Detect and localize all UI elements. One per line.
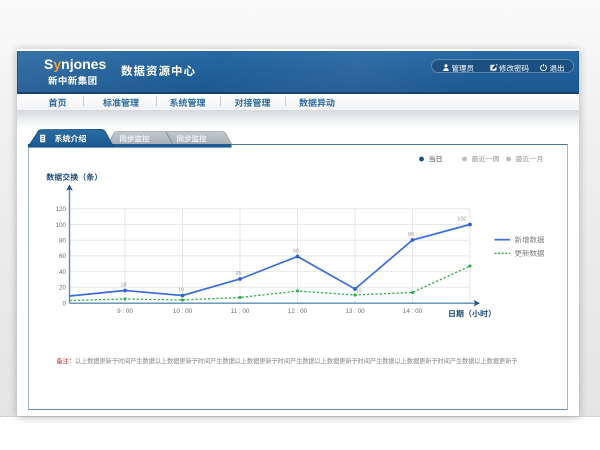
svg-text:新增数据: 新增数据 [514, 235, 544, 244]
svg-text:10 : 00: 10 : 00 [172, 308, 192, 315]
svg-text:40: 40 [58, 269, 66, 276]
svg-text:80: 80 [407, 232, 413, 238]
svg-text:100: 100 [457, 217, 466, 223]
svg-text:系统介绍: 系统介绍 [55, 135, 87, 144]
svg-text:同步监控: 同步监控 [177, 135, 207, 144]
svg-text:数据交换（条）: 数据交换（条） [46, 173, 102, 182]
svg-text:35: 35 [235, 271, 241, 277]
svg-text:11 : 00: 11 : 00 [230, 308, 249, 315]
svg-text:60: 60 [58, 253, 66, 260]
svg-text:60: 60 [292, 249, 298, 255]
svg-text:15: 15 [355, 289, 361, 295]
svg-text:14 : 00: 14 : 00 [402, 308, 422, 315]
svg-text:更新数据: 更新数据 [514, 249, 544, 258]
svg-text:12 : 00: 12 : 00 [287, 308, 307, 315]
svg-text:当日: 当日 [428, 156, 442, 164]
svg-text:18: 18 [120, 283, 126, 289]
svg-text:120: 120 [55, 206, 66, 213]
svg-text:10: 10 [177, 288, 183, 294]
svg-text:13 : 00: 13 : 00 [345, 308, 365, 315]
svg-text:最近一周: 最近一周 [471, 156, 499, 164]
svg-text:80: 80 [58, 238, 66, 245]
svg-text:日期（小时）: 日期（小时） [448, 310, 496, 319]
svg-text:最近一月: 最近一月 [515, 156, 543, 164]
svg-text:9 : 00: 9 : 00 [117, 308, 133, 315]
svg-text:备注：以上数据更新于时间产生数据以上数据更新于时间产生数据以: 备注：以上数据更新于时间产生数据以上数据更新于时间产生数据以上数据更新于时间产生… [56, 358, 517, 366]
svg-text:同步监控: 同步监控 [120, 135, 150, 144]
svg-text:20: 20 [58, 285, 66, 292]
svg-text:0: 0 [62, 300, 66, 307]
svg-text:100: 100 [55, 222, 66, 229]
